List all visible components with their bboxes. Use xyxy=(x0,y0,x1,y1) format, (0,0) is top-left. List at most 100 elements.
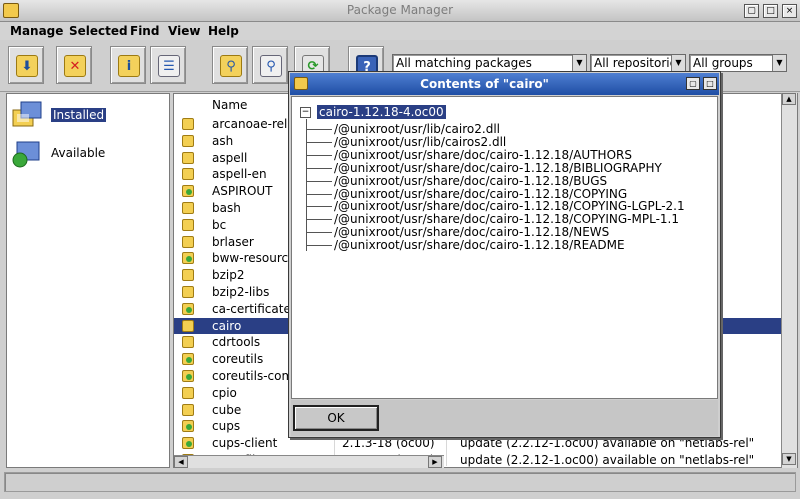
package-icon xyxy=(182,286,194,298)
package-icon xyxy=(182,386,194,399)
package-icon xyxy=(182,202,194,214)
dialog-title: Contents of "cairo" xyxy=(420,77,549,91)
tree-file-node[interactable]: /@unixroot/usr/share/doc/cairo-1.12.18/A… xyxy=(334,148,632,162)
search-icon: ⚲ xyxy=(260,55,282,77)
package-version: 2.1.3-18 (oc00) xyxy=(342,436,435,451)
title-bar: Package Manager ▢ □ × xyxy=(0,0,800,22)
remove-button[interactable]: ✕ xyxy=(56,46,92,84)
repository-filter-value: All repositories xyxy=(594,56,684,70)
find-icon: ⚲ xyxy=(220,55,242,77)
tree-connector xyxy=(306,119,307,251)
status-bar xyxy=(4,472,796,492)
tree-file-node[interactable]: /@unixroot/usr/lib/cairos2.dll xyxy=(334,135,506,149)
package-icon xyxy=(182,336,194,349)
menu-find[interactable]: Find xyxy=(130,24,159,38)
tree-connector xyxy=(306,206,332,208)
package-icon xyxy=(182,118,194,130)
package-icon xyxy=(182,235,194,248)
package-icon xyxy=(182,218,194,231)
tree-connector xyxy=(306,245,332,247)
files-icon: ☰ xyxy=(158,55,180,77)
vertical-scrollbar[interactable]: ▲ ▼ xyxy=(781,93,797,468)
maximize-button[interactable]: □ xyxy=(763,4,778,18)
package-update-icon xyxy=(182,420,194,433)
column-header-name[interactable]: Name xyxy=(212,98,247,112)
tree-connector xyxy=(306,180,332,182)
tree-connector xyxy=(306,167,332,169)
sidebar-item-label: Available xyxy=(51,146,106,160)
sidebar-item-available[interactable]: Available xyxy=(11,138,161,170)
package-update-icon xyxy=(182,437,194,450)
package-icon xyxy=(182,269,194,282)
package-icon xyxy=(182,403,194,416)
tree-file-node[interactable]: /@unixroot/usr/share/doc/cairo-1.12.18/N… xyxy=(334,225,609,239)
files-button[interactable]: ☰ xyxy=(150,46,186,84)
scroll-right-icon[interactable]: ▶ xyxy=(428,456,442,468)
tree-file-node[interactable]: /@unixroot/usr/share/doc/cairo-1.12.18/B… xyxy=(334,174,607,188)
chevron-down-icon[interactable]: ▼ xyxy=(572,55,586,71)
package-status: update (2.2.12-1.oc00) available on "net… xyxy=(460,436,755,451)
close-button[interactable]: × xyxy=(782,4,797,18)
match-filter-value: All matching packages xyxy=(396,56,532,70)
menu-view[interactable]: View xyxy=(168,24,200,38)
info-button[interactable]: i xyxy=(110,46,146,84)
package-update-icon xyxy=(182,370,194,382)
chevron-down-icon[interactable]: ▼ xyxy=(671,55,685,71)
dialog-maximize-button[interactable]: □ xyxy=(703,77,717,90)
tree-connector xyxy=(306,141,332,143)
restore-button[interactable]: ▢ xyxy=(744,4,759,18)
sidebar-item-label: Installed xyxy=(51,108,107,122)
window-title: Package Manager xyxy=(346,3,454,17)
tree-connector xyxy=(306,129,332,130)
tree-connector xyxy=(306,232,332,234)
package-update-icon xyxy=(182,353,194,366)
tree-connector xyxy=(306,219,332,221)
tree-connector xyxy=(306,193,332,195)
tree-file-node[interactable]: /@unixroot/usr/share/doc/cairo-1.12.18/C… xyxy=(334,212,679,226)
tree-root-package[interactable]: cairo-1.12.18-4.oc00 xyxy=(317,105,446,119)
sidebar-item-installed[interactable]: Installed xyxy=(11,100,161,132)
menu-bar: Manage Selected Find View Help xyxy=(0,22,800,40)
remove-icon: ✕ xyxy=(64,55,86,77)
find-button[interactable]: ⚲ xyxy=(212,46,248,84)
package-status: update (2.2.12-1.oc00) available on "net… xyxy=(460,453,755,467)
dialog-restore-button[interactable]: ▢ xyxy=(686,77,700,90)
package-icon xyxy=(182,151,194,164)
package-name: cups-client xyxy=(212,436,278,451)
tree-file-node[interactable]: /@unixroot/usr/share/doc/cairo-1.12.18/C… xyxy=(334,199,685,213)
tree-file-node[interactable]: /@unixroot/usr/share/doc/cairo-1.12.18/R… xyxy=(334,238,625,252)
install-icon: ⬇ xyxy=(16,55,38,77)
package-update-icon xyxy=(182,252,194,265)
menu-selected[interactable]: Selected xyxy=(69,24,128,38)
contents-dialog: Contents of "cairo" ▢ □ − cairo-1.12.18-… xyxy=(288,71,721,438)
collapse-icon[interactable]: − xyxy=(300,107,311,118)
tree-file-node[interactable]: /@unixroot/usr/lib/cairo2.dll xyxy=(334,122,500,136)
group-filter-select[interactable]: All groups ▼ xyxy=(689,54,787,72)
chevron-down-icon[interactable]: ▼ xyxy=(772,55,786,71)
tree-file-node[interactable]: /@unixroot/usr/share/doc/cairo-1.12.18/C… xyxy=(334,187,627,201)
install-button[interactable]: ⬇ xyxy=(8,46,44,84)
scroll-left-icon[interactable]: ◀ xyxy=(174,456,188,468)
scroll-down-icon[interactable]: ▼ xyxy=(782,453,796,465)
package-icon xyxy=(182,134,194,147)
package-icon xyxy=(182,319,194,332)
scroll-up-icon[interactable]: ▲ xyxy=(782,93,796,105)
horizontal-scrollbar[interactable]: ◀ ▶ xyxy=(174,455,444,468)
ok-button[interactable]: OK xyxy=(293,405,379,431)
match-filter-select[interactable]: All matching packages ▼ xyxy=(392,54,587,72)
file-tree: − cairo-1.12.18-4.oc00 /@unixroot/usr/li… xyxy=(291,96,718,399)
installed-package-icon xyxy=(11,100,43,130)
dialog-button-area: OK xyxy=(291,400,718,436)
search-button[interactable]: ⚲ xyxy=(252,46,288,84)
available-package-icon xyxy=(11,138,43,168)
repository-filter-select[interactable]: All repositories ▼ xyxy=(590,54,686,72)
tree-file-node[interactable]: /@unixroot/usr/share/doc/cairo-1.12.18/B… xyxy=(334,161,662,175)
category-pane: Installed Available xyxy=(6,93,170,468)
package-update-icon xyxy=(182,302,194,315)
menu-help[interactable]: Help xyxy=(208,24,239,38)
info-icon: i xyxy=(118,55,140,77)
tree-connector xyxy=(306,154,332,156)
menu-manage[interactable]: Manage xyxy=(10,24,63,38)
dialog-title-bar: Contents of "cairo" ▢ □ xyxy=(290,73,719,95)
package-icon xyxy=(182,168,194,181)
